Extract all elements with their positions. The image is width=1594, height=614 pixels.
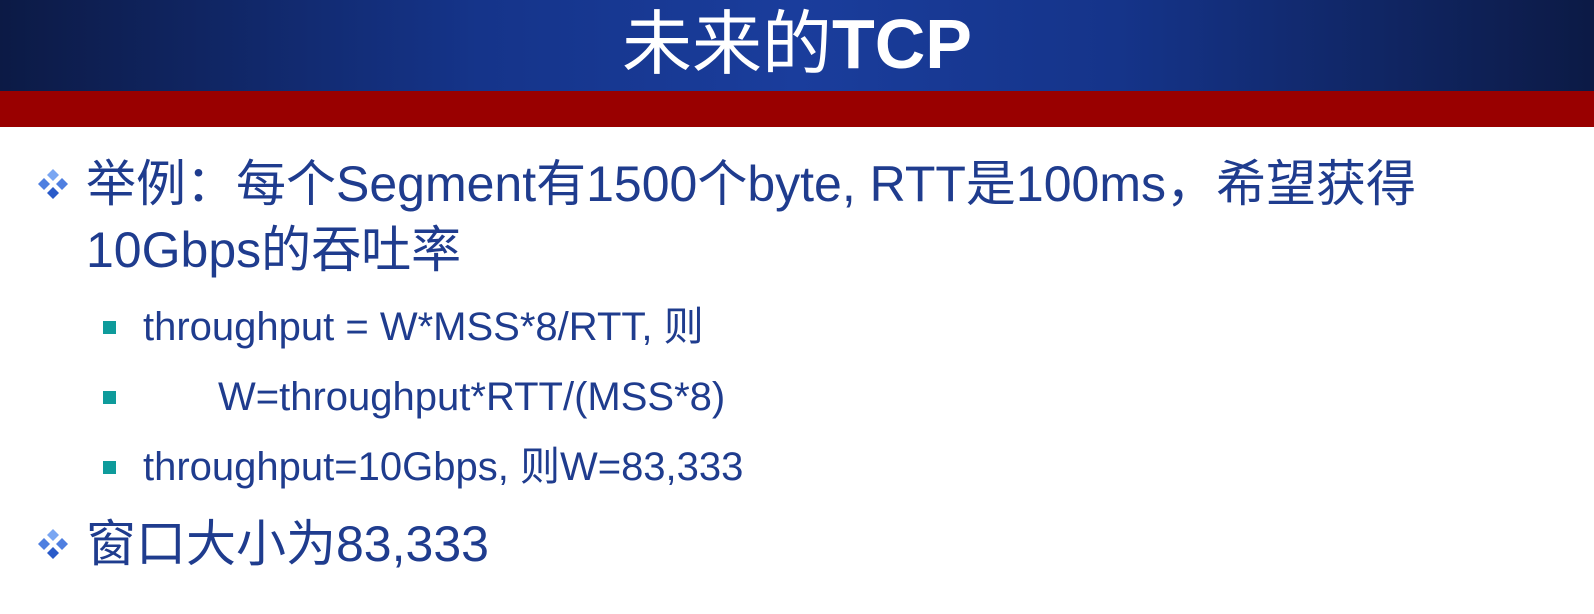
slide-title: 未来的TCP <box>0 0 1594 91</box>
slide-title-cjk: 未来的 <box>622 3 832 85</box>
square-bullet-icon <box>103 391 116 404</box>
accent-bar <box>0 91 1594 127</box>
sub-bullet-text: throughput=10Gbps, 则W=83,333 <box>143 445 744 489</box>
bullet-item-example: 举例：每个Segment有1500个byte, RTT是100ms，希望获得 1… <box>36 151 1556 283</box>
sub-bullet-item: throughput = W*MSS*8/RTT, 则 <box>103 303 1503 351</box>
slide-title-latin: TCP <box>832 5 972 83</box>
bullet-item-window-size: 窗口大小为83,333 <box>36 511 1556 577</box>
sub-bullet-item: throughput=10Gbps, 则W=83,333 <box>103 443 1503 491</box>
square-bullet-icon <box>103 321 116 334</box>
sub-bullet-text: throughput = W*MSS*8/RTT, 则 <box>143 305 704 349</box>
diamond-bullet-icon <box>38 169 68 199</box>
bullet-text-line: 10Gbps的吞吐率 <box>86 222 462 278</box>
bullet-text-line: 窗口大小为83,333 <box>86 516 489 572</box>
bullet-text-line: 举例：每个Segment有1500个byte, RTT是100ms，希望获得 <box>86 156 1417 212</box>
square-bullet-icon <box>103 461 116 474</box>
sub-bullet-text: W=throughput*RTT/(MSS*8) <box>218 375 726 419</box>
diamond-bullet-icon <box>38 529 68 559</box>
slide-content: 举例：每个Segment有1500个byte, RTT是100ms，希望获得 1… <box>0 127 1594 614</box>
sub-bullet-item: W=throughput*RTT/(MSS*8) <box>103 373 1503 421</box>
